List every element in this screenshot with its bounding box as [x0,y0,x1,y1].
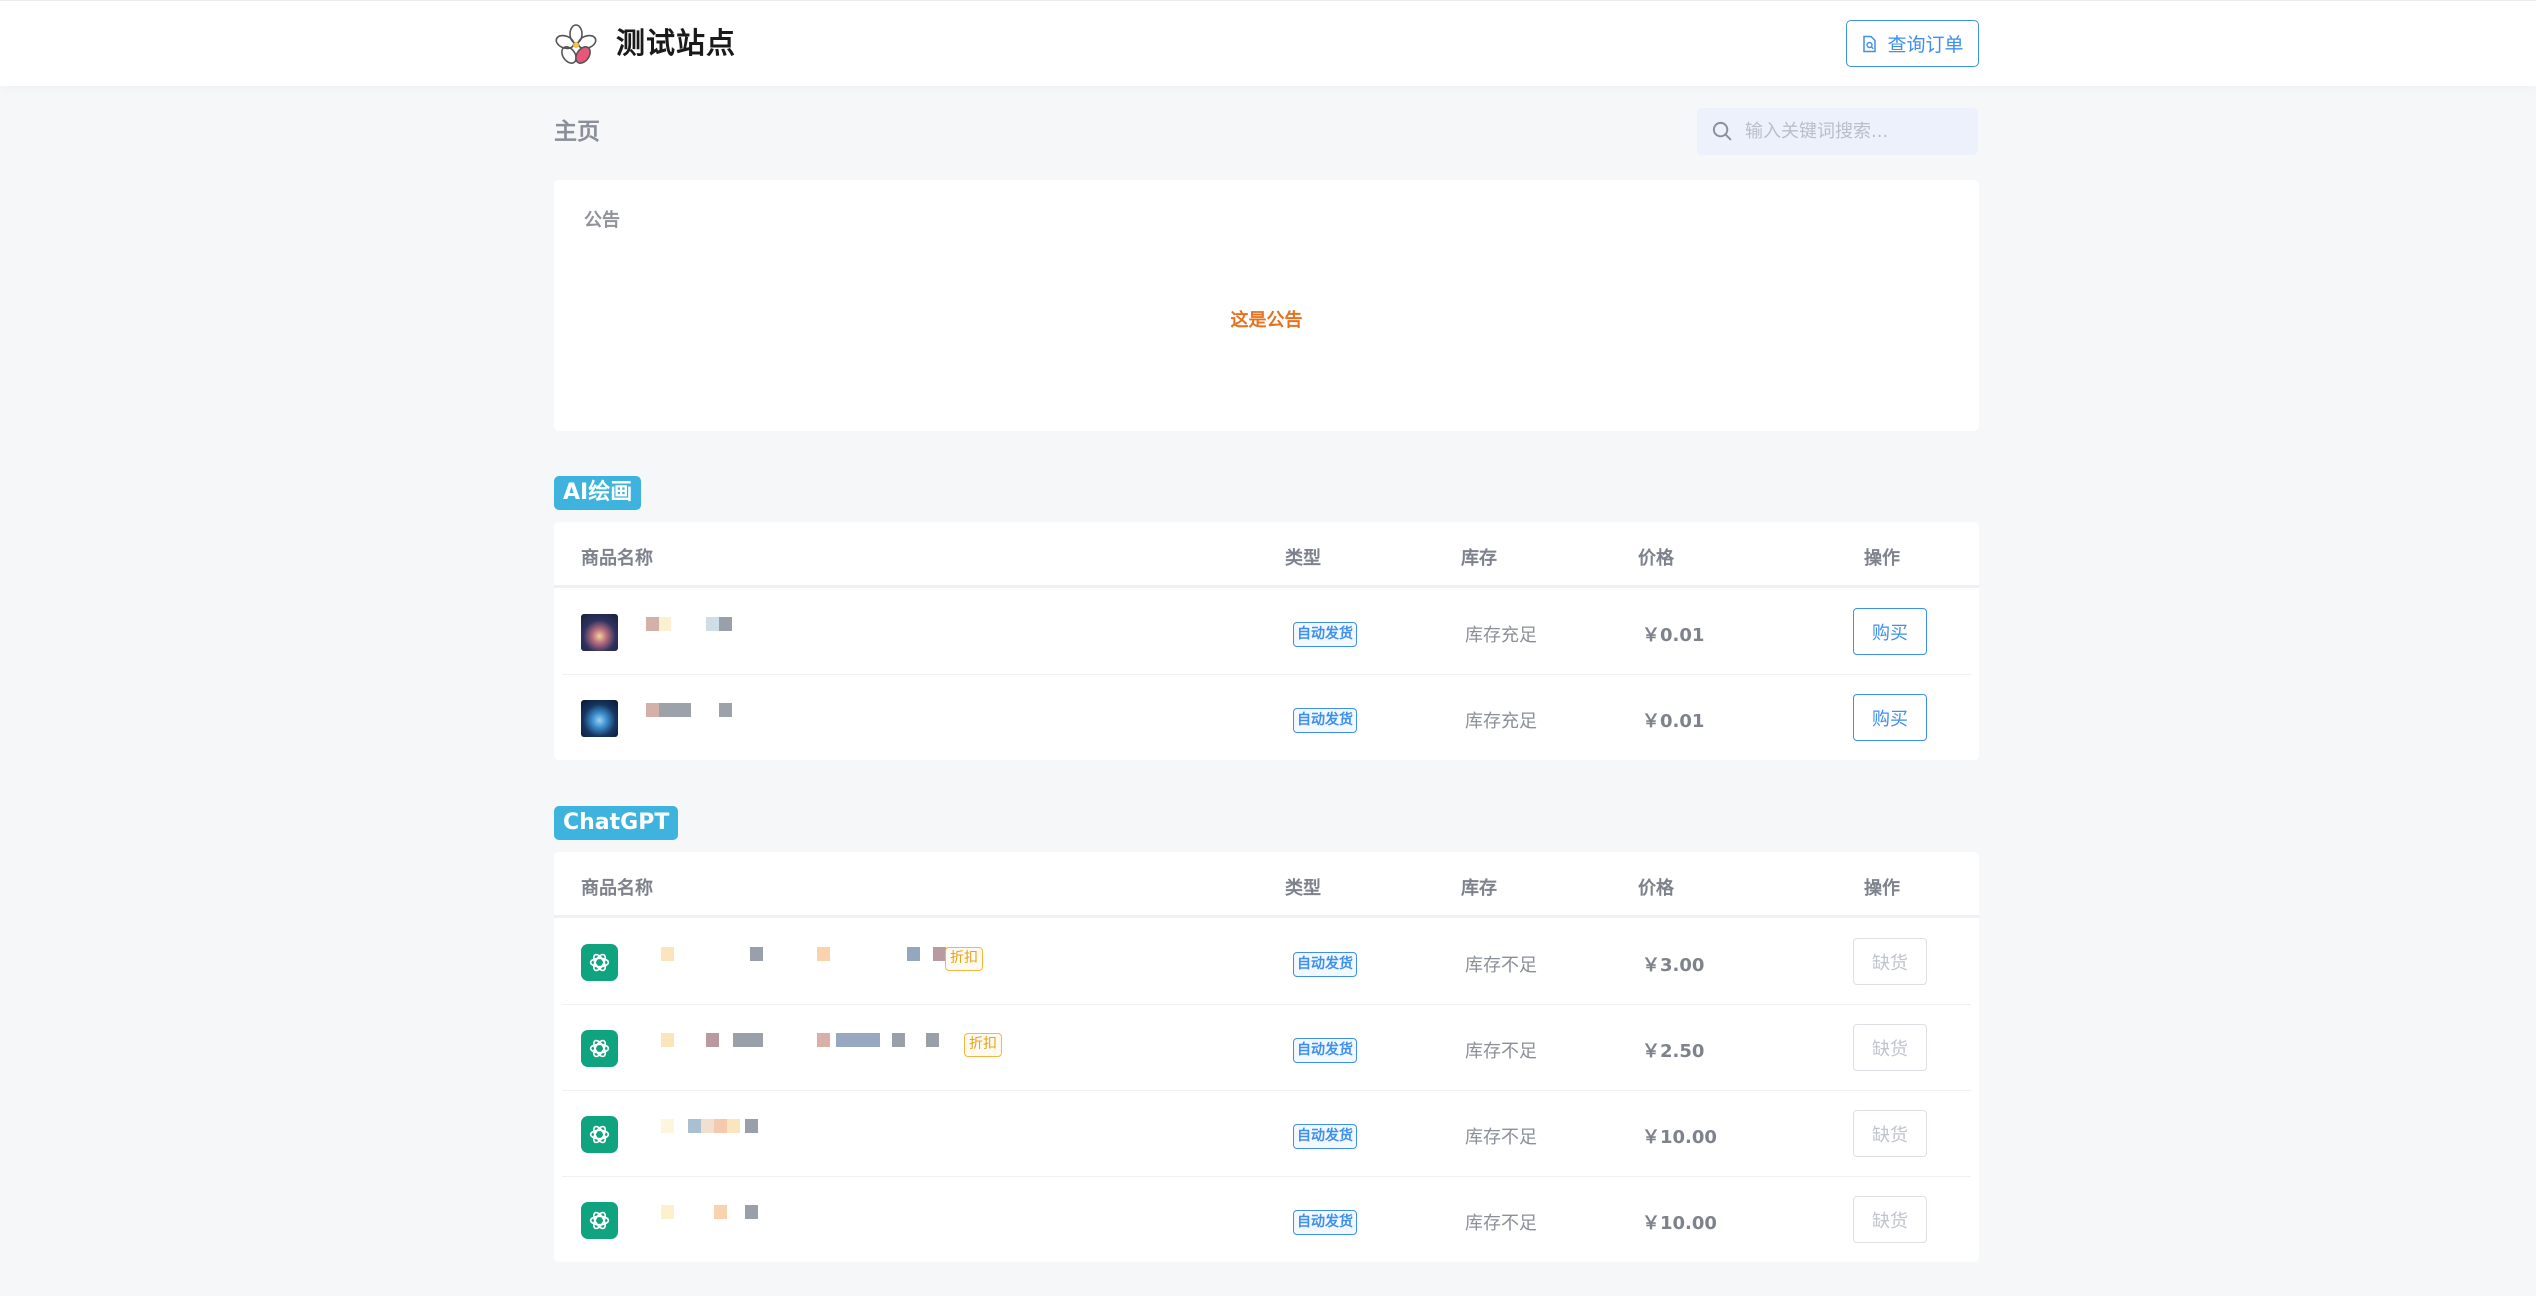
section-tag-ai-drawing: AI绘画 [554,476,642,510]
discount-badge: 折扣 [964,1033,1002,1057]
search-input[interactable] [1745,108,1965,155]
document-search-icon [1863,35,1877,52]
search-box[interactable] [1697,108,1978,155]
column-header-stock: 库存 [1461,548,1497,569]
notice-card: 公告 这是公告 [554,180,1979,431]
redacted-name-block [661,1205,674,1219]
price: ￥3.00 [1642,955,1705,976]
redacted-name-block [661,947,674,961]
price: ￥0.01 [1642,625,1705,646]
product-table-chatgpt: 商品名称 类型 库存 价格 操作 折扣 自动发货 库存不足 ￥3.00 缺货 折… [554,852,1979,1262]
table-row[interactable]: 自动发货 库存充足 ￥0.01 购买 [562,675,1971,761]
redacted-name-block [836,1033,880,1047]
top-navbar: 测试站点 查询订单 [0,0,2536,86]
column-header-action: 操作 [1864,878,1900,899]
redacted-name-block [646,617,659,631]
redacted-name-block [733,1033,763,1047]
stock-status: 库存不足 [1465,1127,1537,1148]
openai-icon[interactable] [581,1202,618,1239]
type-badge: 自动发货 [1293,1210,1357,1235]
type-badge: 自动发货 [1293,1124,1357,1149]
search-icon [1712,121,1732,141]
redacted-name-block [714,1205,727,1219]
redacted-name-block [659,703,691,717]
redacted-name-block [661,1033,674,1047]
table-row[interactable]: 折扣 自动发货 库存不足 ￥3.00 缺货 [562,919,1971,1005]
product-table-ai-drawing: 商品名称 类型 库存 价格 操作 自动发货 库存充足 ￥0.01 购买 自动发货… [554,522,1979,760]
out-of-stock-button[interactable]: 缺货 [1853,938,1927,985]
openai-logo-icon [589,953,610,972]
redacted-name-block [745,1119,758,1133]
redacted-name-block [714,1119,727,1133]
redacted-name-block [907,947,920,961]
openai-icon[interactable] [581,944,618,981]
column-header-action: 操作 [1864,548,1900,569]
stock-status: 库存不足 [1465,955,1537,976]
site-title[interactable]: 测试站点 [616,23,736,63]
column-header-type: 类型 [1285,548,1321,569]
out-of-stock-button[interactable]: 缺货 [1853,1024,1927,1071]
type-badge: 自动发货 [1293,708,1357,733]
type-badge: 自动发货 [1293,1038,1357,1063]
type-badge: 自动发货 [1293,952,1357,977]
redacted-name-block [706,617,719,631]
redacted-name-block [750,947,763,961]
redacted-name-block [892,1033,905,1047]
price: ￥0.01 [1642,711,1705,732]
type-badge: 自动发货 [1293,622,1357,647]
redacted-name-block [646,703,659,717]
openai-logo-icon [589,1211,610,1230]
table-row[interactable]: 自动发货 库存不足 ￥10.00 缺货 [562,1177,1971,1263]
redacted-name-block [706,1033,719,1047]
column-header-stock: 库存 [1461,878,1497,899]
column-header-price: 价格 [1638,878,1674,899]
redacted-name-block [745,1205,758,1219]
table-row[interactable]: 自动发货 库存不足 ￥10.00 缺货 [562,1091,1971,1177]
openai-icon[interactable] [581,1116,618,1153]
notice-text: 这是公告 [1230,310,1303,331]
redacted-name-block [817,947,830,961]
product-thumbnail[interactable] [581,700,618,737]
price: ￥10.00 [1642,1127,1717,1148]
flower-logo-icon[interactable] [554,23,598,67]
query-order-button[interactable]: 查询订单 [1846,20,1979,67]
stock-status: 库存不足 [1465,1213,1537,1234]
openai-icon[interactable] [581,1030,618,1067]
column-header-price: 价格 [1638,548,1674,569]
section-tag-chatgpt: ChatGPT [554,806,679,840]
out-of-stock-button[interactable]: 缺货 [1853,1196,1927,1243]
openai-logo-icon [589,1039,610,1058]
table-row[interactable]: 自动发货 库存充足 ￥0.01 购买 [562,589,1971,675]
redacted-name-block [926,1033,939,1047]
column-header-name: 商品名称 [581,548,653,569]
redacted-name-block [688,1119,701,1133]
redacted-name-block [701,1119,714,1133]
table-header: 商品名称 类型 库存 价格 操作 [554,522,1979,588]
redacted-name-block [719,703,732,717]
price: ￥2.50 [1642,1041,1705,1062]
table-header: 商品名称 类型 库存 价格 操作 [554,852,1979,918]
buy-button[interactable]: 购买 [1853,608,1927,655]
column-header-type: 类型 [1285,878,1321,899]
table-row[interactable]: 折扣 自动发货 库存不足 ￥2.50 缺货 [562,1005,1971,1091]
column-header-name: 商品名称 [581,878,653,899]
stock-status: 库存不足 [1465,1041,1537,1062]
page-title: 主页 [554,119,600,145]
redacted-name-block [661,1119,674,1133]
redacted-name-block [659,617,671,631]
stock-status: 库存充足 [1465,625,1537,646]
buy-button[interactable]: 购买 [1853,694,1927,741]
price: ￥10.00 [1642,1213,1717,1234]
redacted-name-block [817,1033,830,1047]
query-order-label: 查询订单 [1887,34,1964,56]
discount-badge: 折扣 [945,947,983,971]
product-thumbnail[interactable] [581,614,618,651]
out-of-stock-button[interactable]: 缺货 [1853,1110,1927,1157]
notice-label: 公告 [584,210,620,231]
openai-logo-icon [589,1125,610,1144]
redacted-name-block [719,617,732,631]
redacted-name-block [727,1119,740,1133]
stock-status: 库存充足 [1465,711,1537,732]
